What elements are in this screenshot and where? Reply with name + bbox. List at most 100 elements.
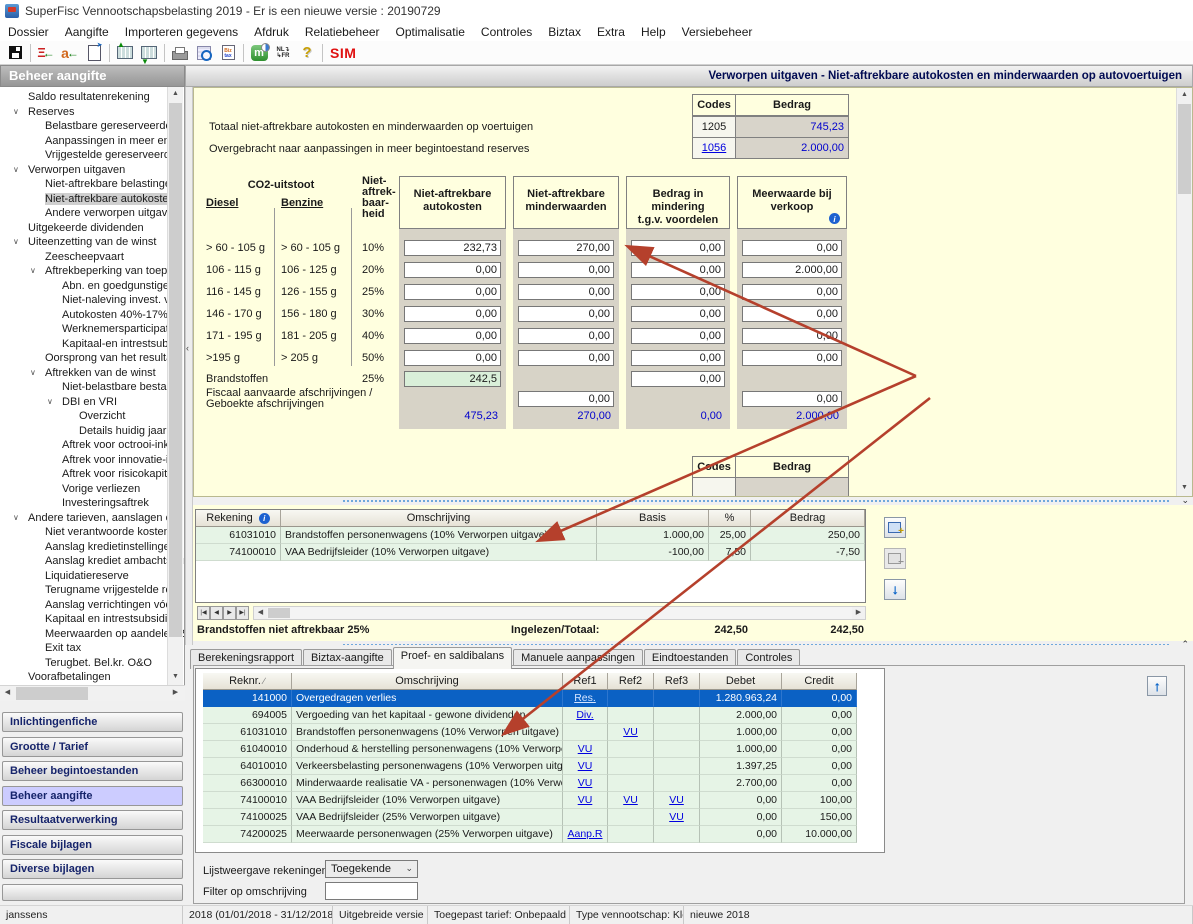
chevron-expanded-icon[interactable]: ∨	[13, 105, 19, 120]
co2-value-input[interactable]: 0,00	[631, 262, 725, 278]
menu-optimalisatie[interactable]: Optimalisatie	[388, 24, 473, 40]
chevron-expanded-icon[interactable]: ∨	[30, 264, 36, 279]
tree-item[interactable]: Niet-belastbare bestand	[0, 380, 185, 395]
menu-biztax[interactable]: Biztax	[540, 24, 589, 40]
move-down-button[interactable]: ↓	[884, 579, 906, 600]
scroll-to-top-button[interactable]: ↑	[1147, 676, 1167, 696]
co2-value-input[interactable]: 0,00	[742, 240, 842, 256]
tree-item[interactable]: Autokosten 40%-17% V	[0, 308, 185, 323]
tree-item[interactable]: Aanpassingen in meer en in	[0, 134, 185, 149]
tree-item[interactable]: ∨Reserves	[0, 105, 185, 120]
column-header-ref2[interactable]: Ref2	[608, 673, 654, 690]
tree-item[interactable]: ∨DBI en VRI	[0, 395, 185, 410]
summary-code-cell[interactable]: 1056	[692, 137, 736, 159]
tree-item[interactable]: Niet-aftrekbare autokosten	[0, 192, 185, 207]
tree-item[interactable]: ∨Aftrekbeperking van toepas	[0, 264, 185, 279]
nav-first-button[interactable]: |◀	[197, 606, 210, 620]
co2-value-input[interactable]: 0,00	[631, 350, 725, 366]
tree-item[interactable]: ∨Andere tarieven, aanslagen en	[0, 511, 185, 526]
panel-vertical-scrollbar[interactable]: ▲▼	[1176, 88, 1192, 496]
accordion-inlichtingenfiche[interactable]: Inlichtingenfiche	[2, 712, 183, 732]
monkey-button[interactable]: m	[247, 42, 271, 64]
accordion-beheer-begintoestanden[interactable]: Beheer begintoestanden	[2, 761, 183, 781]
co2-value-input[interactable]: 2.000,00	[742, 262, 842, 278]
co2-value-input[interactable]: 0,00	[404, 306, 501, 322]
tree-item[interactable]: Belastbare gereserveerde w	[0, 119, 185, 134]
list-view-dropdown[interactable]: Toegekende ⌄	[325, 860, 418, 878]
accordion-diverse-bijlagen[interactable]: Diverse bijlagen	[2, 859, 183, 879]
column-header-debet[interactable]: Debet	[700, 673, 782, 690]
grid-row-selected[interactable]: 141000Overgedragen verliesRes.1.280.963,…	[203, 690, 859, 707]
co2-value-input[interactable]: 0,00	[631, 306, 725, 322]
accordion-fiscale-bijlagen[interactable]: Fiscale bijlagen	[2, 835, 183, 855]
tree-item[interactable]: Niet-aftrekbare belastingen	[0, 177, 185, 192]
column-header-credit[interactable]: Credit	[782, 673, 857, 690]
nav-next-button[interactable]: ▶	[223, 606, 236, 620]
remove-row-button[interactable]: −	[884, 548, 906, 569]
menu-help[interactable]: Help	[633, 24, 674, 40]
column-header-[interactable]: %	[709, 510, 751, 527]
tree-item[interactable]: Aanslag kredietinstellingen	[0, 540, 185, 555]
chevron-expanded-icon[interactable]: ∨	[30, 366, 36, 381]
search-button[interactable]	[192, 42, 216, 64]
co2-value-input[interactable]: 0,00	[518, 350, 614, 366]
column-header-ref1[interactable]: Ref1	[563, 673, 608, 690]
tree-item[interactable]: ∨Verworpen uitgaven	[0, 163, 185, 178]
grid-row[interactable]: 74200025Meerwaarde personenwagen (25% Ve…	[203, 826, 859, 843]
ref-link[interactable]: Aanp.R	[567, 828, 602, 840]
scroll-left-icon[interactable]: ◀	[0, 686, 15, 701]
nav-prev-button[interactable]: ◀	[210, 606, 223, 620]
co2-value-input[interactable]: 0,00	[742, 350, 842, 366]
ref-link[interactable]: Res.	[574, 692, 596, 704]
co2-value-input[interactable]: 0,00	[631, 240, 725, 256]
column-header-omschrijving[interactable]: Omschrijving	[292, 673, 563, 690]
tree-item[interactable]: Kapitaal-en intrestsubsid	[0, 337, 185, 352]
column-header-rekening[interactable]: Rekeningi	[196, 510, 281, 527]
grid-row[interactable]: 74100010VAA Bedrijfsleider (10% Verworpe…	[203, 792, 859, 809]
scroll-left-icon[interactable]: ◀	[254, 607, 267, 619]
scroll-down-icon[interactable]: ▼	[168, 670, 183, 685]
scroll-down-icon[interactable]: ▼	[1177, 481, 1192, 496]
sidebar-splitter[interactable]: ‹	[185, 87, 193, 645]
import-accounts-button[interactable]: a←	[58, 42, 82, 64]
tree-item[interactable]: Details huidig jaar	[0, 424, 185, 439]
co2-value-input[interactable]: 0,00	[518, 306, 614, 322]
menu-relatiebeheer[interactable]: Relatiebeheer	[297, 24, 388, 40]
co2-value-input[interactable]: 0,00	[404, 284, 501, 300]
export-document-button[interactable]	[82, 42, 106, 64]
scroll-right-icon[interactable]: ▶	[168, 686, 183, 701]
ref-link[interactable]: VU	[578, 777, 593, 789]
accordion-resultaatverwerking[interactable]: Resultaatverwerking	[2, 810, 183, 830]
tree-item[interactable]: Niet-naleving invest. ve	[0, 293, 185, 308]
chevron-expanded-icon[interactable]: ∨	[13, 235, 19, 250]
chevron-expanded-icon[interactable]: ∨	[13, 511, 19, 526]
co2-value-input[interactable]: 270,00	[518, 240, 614, 256]
co2-value-input[interactable]: 0,00	[742, 328, 842, 344]
co2-value-input[interactable]: 0,00	[742, 306, 842, 322]
tree-item[interactable]: Investeringsaftrek	[0, 496, 185, 511]
language-toggle-button[interactable]: NL↴↳FR	[271, 42, 295, 64]
add-row-button[interactable]: +	[884, 517, 906, 538]
scrollbar-thumb[interactable]	[1178, 104, 1191, 194]
scroll-up-icon[interactable]: ▲	[168, 87, 183, 102]
scroll-right-icon[interactable]: ▶	[852, 607, 865, 619]
tree-horizontal-scrollbar[interactable]: ◀ ▶	[0, 685, 185, 701]
tree-item[interactable]: Niet verantwoorde kosten e	[0, 525, 185, 540]
biztax-button[interactable]: Biztax	[216, 42, 240, 64]
tree-item[interactable]: Andere verworpen uitgaven	[0, 206, 185, 221]
tree-item[interactable]: Aanslag krediet ambachtsou	[0, 554, 185, 569]
ref-link[interactable]: VU	[578, 743, 593, 755]
menu-extra[interactable]: Extra	[589, 24, 633, 40]
brandstoffen-autokosten-input[interactable]: 242,5	[404, 371, 501, 387]
tree-item[interactable]: Kapitaal en intrestsubsidies	[0, 612, 185, 627]
filter-input[interactable]	[325, 882, 418, 900]
tree-item[interactable]: Vrijgestelde gereserveerde	[0, 148, 185, 163]
chevron-expanded-icon[interactable]: ∨	[47, 395, 53, 410]
co2-value-input[interactable]: 232,73	[404, 240, 501, 256]
grid-row[interactable]: 74100025VAA Bedrijfsleider (25% Verworpe…	[203, 809, 859, 826]
info-icon[interactable]: i	[829, 213, 840, 224]
fiscaal-minderwaarden-input[interactable]: 0,00	[518, 391, 614, 407]
tree-vertical-scrollbar[interactable]: ▲ ▼	[167, 87, 183, 685]
co2-value-input[interactable]: 0,00	[631, 328, 725, 344]
tree-item[interactable]: Oorsprong van het resultaa	[0, 351, 185, 366]
